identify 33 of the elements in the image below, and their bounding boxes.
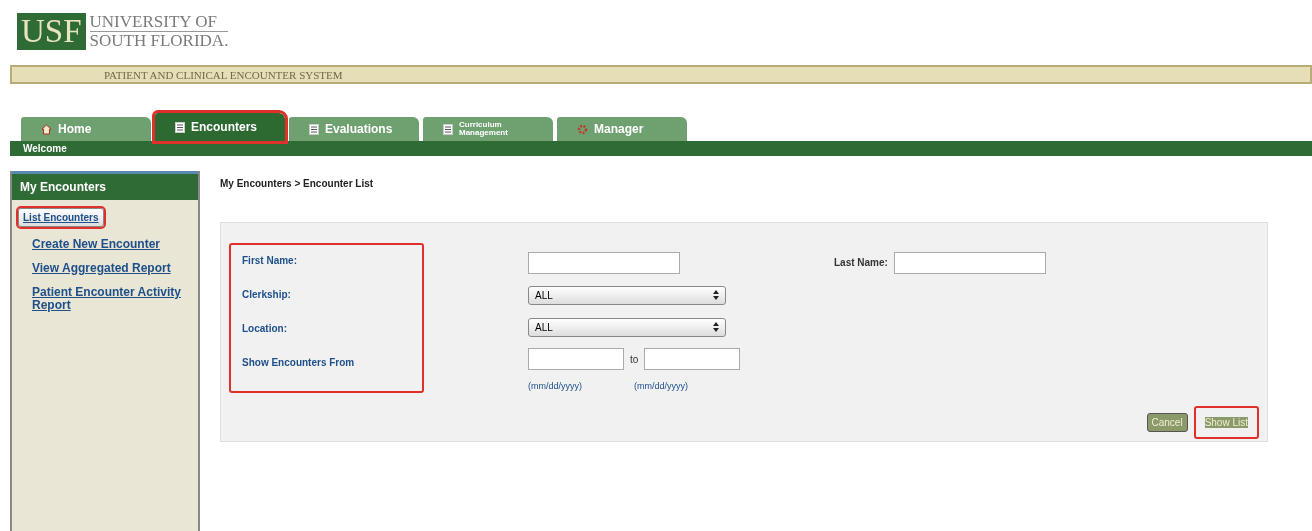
document-icon: [443, 123, 453, 135]
document-icon: [309, 123, 319, 135]
chevron-updown-icon: [713, 322, 719, 332]
gear-icon: [577, 123, 588, 135]
nav-tab[interactable]: Encounters: [155, 113, 285, 141]
welcome-link[interactable]: Welcome: [23, 143, 67, 154]
logo-mark: USF: [17, 12, 86, 50]
last-name-field[interactable]: [893, 252, 1046, 274]
date-format-hint: (mm/dd/yyyy): [528, 381, 582, 391]
to-label: to: [630, 353, 639, 365]
sidebar-link[interactable]: List Encounters: [18, 208, 104, 227]
field-label: Last Name:: [834, 257, 888, 269]
date-from-field[interactable]: [528, 348, 624, 370]
sidebar-link[interactable]: View Aggregated Report: [22, 262, 202, 275]
field-label: First Name:: [242, 255, 298, 267]
house-icon: [41, 123, 52, 135]
field-label: Location:: [242, 323, 288, 335]
sidebar-link[interactable]: Patient Encounter Activity Report: [22, 286, 202, 312]
date-to-field[interactable]: [644, 348, 741, 370]
sidebar-title: My Encounters: [12, 171, 198, 200]
clerkship-select[interactable]: ALL: [528, 285, 726, 305]
breadcrumb: My Encounters > Encounter List: [220, 178, 375, 189]
field-label: Clerkship:: [242, 289, 292, 301]
first-name-field[interactable]: [528, 252, 680, 274]
sidebar-link[interactable]: Create New Encounter: [22, 238, 202, 251]
location-select[interactable]: ALL: [528, 317, 726, 337]
chevron-updown-icon: [713, 290, 719, 300]
document-icon: [175, 121, 185, 133]
university-name: UNIVERSITY OF: [89, 12, 229, 32]
university-name: SOUTH FLORIDA.: [89, 31, 229, 50]
date-format-hint: (mm/dd/yyyy): [634, 381, 688, 391]
field-label: Show Encounters From: [242, 357, 356, 369]
system-title: PATIENT AND CLINICAL ENCOUNTER SYSTEM: [104, 68, 343, 81]
